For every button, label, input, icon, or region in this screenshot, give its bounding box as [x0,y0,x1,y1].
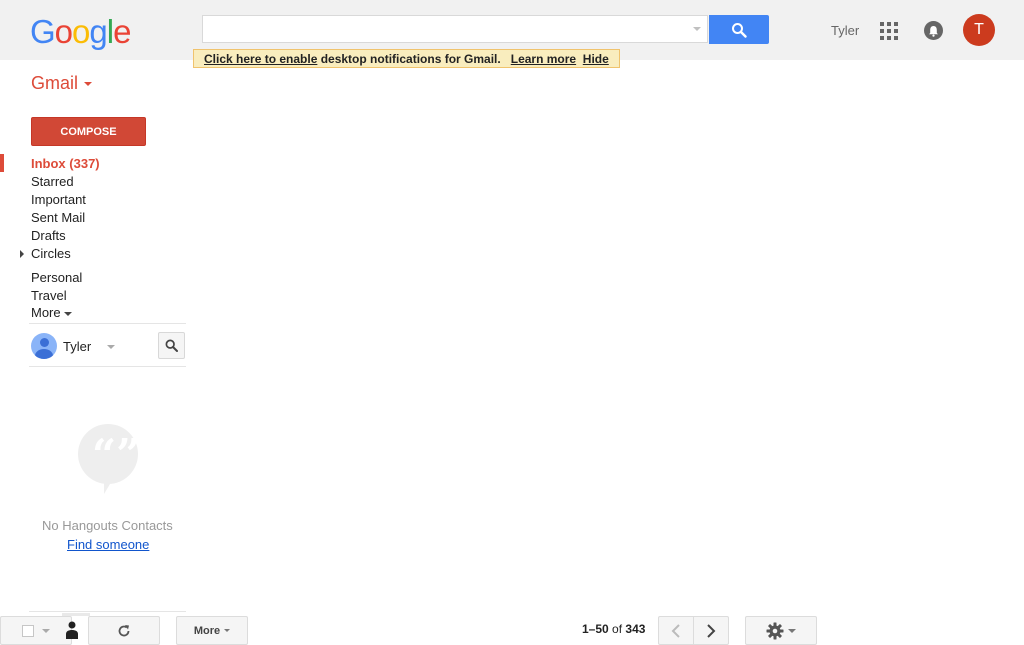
search-icon [732,22,747,38]
caret-down-icon [42,628,50,633]
total-count: 343 [625,622,646,636]
find-someone-link[interactable]: Find someone [67,537,149,552]
caret-down-icon [224,629,231,632]
notification-banner: Click here to enable desktop notificatio… [193,49,620,68]
no-contacts-message: No Hangouts Contacts [42,518,173,533]
more-actions-label: More [193,624,221,637]
search-input[interactable] [202,15,708,43]
chevron-left-icon [671,623,680,638]
google-logo[interactable]: Google [30,12,131,52]
pagination-info: 1–50 of 343 [582,622,645,636]
gmail-app-switcher[interactable]: Gmail [31,73,93,94]
caret-down-icon [788,628,796,633]
search-button[interactable] [709,15,769,44]
logo-letter: e [113,13,131,50]
refresh-button[interactable] [88,616,160,645]
prev-page-button[interactable] [658,616,694,645]
gmail-label: Gmail [31,73,79,93]
bell-glyph [929,25,938,37]
select-all-checkbox-button[interactable] [0,616,72,645]
hangouts-user-avatar[interactable] [31,333,57,359]
checkbox[interactable] [22,624,34,637]
nav-item-drafts[interactable]: Drafts [31,227,66,245]
account-avatar[interactable]: T [963,14,995,46]
logo-letter: G [30,13,56,50]
divider [29,611,186,612]
gear-icon [766,622,784,639]
settings-button[interactable] [745,616,817,645]
notification-message: desktop notifications for Gmail. [317,52,501,66]
bell-icon[interactable] [924,21,943,40]
person-icon[interactable] [66,619,78,639]
next-page-button[interactable] [693,616,729,645]
learn-more-link[interactable]: Learn more [511,52,576,66]
nav-item-travel[interactable]: Travel [31,287,67,305]
page-range: 1–50 [582,622,609,636]
search-icon [165,339,178,352]
divider [29,323,186,324]
page-of: of [612,622,623,636]
logo-letter: o [54,13,73,50]
search-options-dropdown-icon[interactable] [693,27,701,31]
logo-letter: o [72,13,90,50]
quote-marks: “” [92,430,141,479]
hangouts-search-button[interactable] [158,332,185,359]
nav-item-inbox[interactable]: Inbox (337) [31,155,100,173]
logo-letter: g [89,13,107,50]
apps-grid-icon[interactable] [880,22,898,40]
nav-more-label: More [31,305,61,320]
enable-notifications-link[interactable]: Click here to enable [204,52,317,66]
header-user-name[interactable]: Tyler [831,23,859,38]
hangouts-status-caret-icon[interactable] [107,345,115,349]
compose-button[interactable]: COMPOSE [31,117,146,146]
hide-notification-link[interactable]: Hide [583,52,609,66]
nav-item-more[interactable]: More [31,304,72,322]
nav-item-important[interactable]: Important [31,191,86,209]
caret-down-icon [63,311,72,316]
nav-item-circles[interactable]: Circles [31,245,71,263]
nav-item-personal[interactable]: Personal [31,269,82,287]
refresh-icon [118,624,130,636]
caret-down-icon [84,82,93,87]
more-actions-button[interactable]: More [176,616,248,645]
active-folder-marker [0,154,4,172]
hangouts-tab-peek [62,613,90,616]
hangouts-user-name[interactable]: Tyler [63,339,91,354]
nav-item-sent-mail[interactable]: Sent Mail [31,209,85,227]
divider [29,366,186,367]
nav-item-starred[interactable]: Starred [31,173,74,191]
chevron-right-icon [707,623,716,638]
expand-arrow-icon[interactable] [20,250,24,258]
